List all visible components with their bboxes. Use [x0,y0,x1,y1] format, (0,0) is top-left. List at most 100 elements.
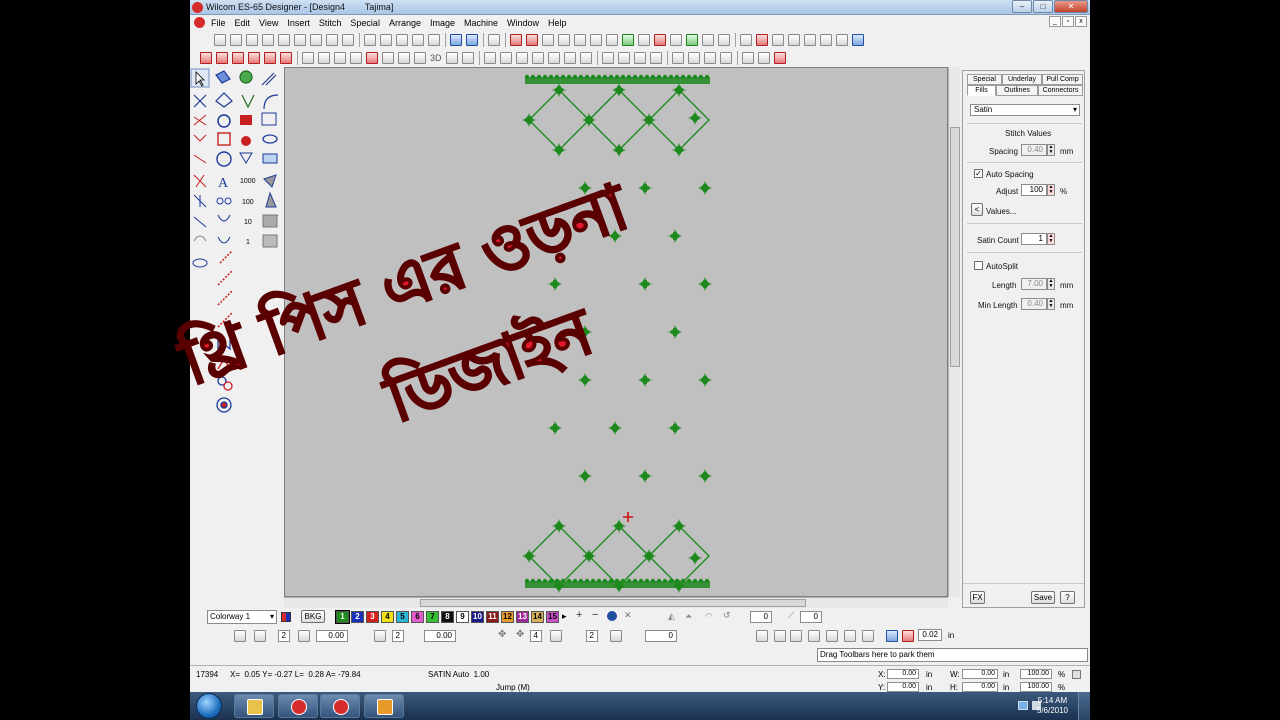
redo-icon[interactable] [466,34,478,46]
save-properties-button[interactable]: Save [1031,591,1055,604]
zoom-1to1-icon[interactable] [804,34,816,46]
y-field[interactable]: 0.00 [887,682,919,692]
show-connectors-icon[interactable] [542,34,554,46]
save-icon[interactable] [246,34,258,46]
autosplit-checkbox[interactable] [974,261,983,270]
zoom-all-icon[interactable] [740,34,752,46]
satin-stitch-icon[interactable] [200,52,212,64]
pan-icon[interactable] [772,34,784,46]
menu-stitch[interactable]: Stitch [319,18,342,28]
tab-underlay[interactable]: Underlay [1002,74,1042,85]
offset-y-field[interactable]: 0.00 [424,630,456,642]
add-color-icon[interactable]: + [576,609,582,621]
align-left-icon[interactable] [483,52,496,64]
spacing-icon[interactable] [374,630,386,642]
node-tool-3-icon[interactable] [790,630,802,642]
pick-color-icon[interactable]: ✕ [624,610,632,621]
menu-image[interactable]: Image [430,18,455,28]
delete-icon[interactable] [428,34,440,46]
group-icon[interactable] [601,52,614,64]
distribute-icon[interactable] [579,52,592,64]
slant-angle-field[interactable]: 0 [800,611,822,623]
running-stitch-icon[interactable] [232,52,244,64]
height-field[interactable]: 0.00 [962,682,998,692]
zoom-previous-icon[interactable] [820,34,832,46]
stitch-effect-6-icon[interactable] [382,52,394,64]
color-swatch-6[interactable]: 6 [411,611,424,623]
align-right-icon[interactable] [515,52,528,64]
color-swatch-3[interactable]: 3 [366,611,379,623]
monogram-icon[interactable] [757,52,770,64]
x-field[interactable]: 0.00 [887,669,919,679]
palette-icon[interactable] [281,612,291,622]
lettering-icon[interactable] [773,52,786,64]
zoom-box-icon[interactable] [788,34,800,46]
show-functions-icon[interactable] [574,34,586,46]
menu-edit[interactable]: Edit [235,18,251,28]
show-rulers-icon[interactable] [654,34,666,46]
node-tool-6-icon[interactable] [844,630,856,642]
show-overlaps-icon[interactable] [686,34,698,46]
stitch-effect-7-icon[interactable] [398,52,410,64]
wilcom-app-icon[interactable] [192,2,203,13]
print-icon[interactable] [310,34,322,46]
taskbar-wilcom-button[interactable] [278,694,318,718]
color-swatch-2[interactable]: 2 [351,611,364,623]
grid-spacing-icon[interactable] [234,630,246,642]
show-trueview-icon[interactable] [702,34,714,46]
new-icon[interactable] [214,34,226,46]
network-tray-icon[interactable] [1018,701,1028,710]
count-b-field[interactable]: 2 [392,630,404,642]
menu-help[interactable]: Help [548,18,567,28]
background-button[interactable]: BKG [301,610,325,623]
stitch-effect-8-icon[interactable] [414,52,426,64]
fill-type-select[interactable]: Satin ▾ [970,104,1080,116]
color-swatch-12[interactable]: 12 [501,611,514,623]
node-tool-4-icon[interactable] [808,630,820,642]
measure-icon[interactable] [836,34,848,46]
toolbox-icons[interactable]: A 1000 100 10 1 [190,67,283,607]
count-d-field[interactable]: 2 [586,630,598,642]
menu-file[interactable]: File [211,18,226,28]
stitch-file-icon[interactable] [278,34,290,46]
rotate-left-icon[interactable]: ◠ [705,611,713,622]
align-center-icon[interactable] [499,52,512,64]
sequence-by-color-icon[interactable] [687,52,700,64]
stitch-effect-2-icon[interactable] [318,52,330,64]
satin-count-spinner[interactable]: ▲ ▼ [1047,233,1055,245]
tab-connectors[interactable]: Connectors [1038,85,1083,96]
tool-count-1000[interactable]: 1000 [240,178,256,185]
program-split-icon[interactable] [280,52,292,64]
color-swatch-4[interactable]: 4 [381,611,394,623]
node-tool-5-icon[interactable] [826,630,838,642]
color-swatch-8[interactable]: 8 [441,611,454,623]
refresh-icon[interactable] [852,34,864,46]
3d-effect-label[interactable]: 3D [430,53,442,63]
tool-count-10[interactable]: 10 [244,219,252,226]
length-field[interactable]: 7.00 [1021,278,1047,290]
values-expand-button[interactable]: < [971,203,983,216]
node-tool-2-icon[interactable] [774,630,786,642]
palette-scroll-right-icon[interactable]: ▸ [562,611,567,622]
lock-proportions-icon[interactable] [1072,670,1081,679]
show-hoop-icon[interactable] [606,34,618,46]
show-bitmap-icon[interactable] [622,34,634,46]
wreath-icon[interactable] [550,630,562,642]
rotate-icon[interactable]: ↺ [723,610,731,621]
doc-close-button[interactable]: x [1075,16,1087,27]
color-swatch-14[interactable]: 14 [531,611,544,623]
stitch-effect-1-icon[interactable] [302,52,314,64]
show-vector-icon[interactable] [638,34,650,46]
count-a-field[interactable]: 2 [278,630,290,642]
stitch-effect-3-icon[interactable] [334,52,346,64]
stitch-effect-4-icon[interactable] [350,52,362,64]
kaleido-icon[interactable] [610,630,622,642]
min-length-field[interactable]: 0.40 [1021,298,1047,310]
backtrack-icon[interactable] [902,630,914,642]
thread-chart-icon[interactable] [607,611,617,621]
show-needle-points-icon[interactable] [558,34,570,46]
vertical-scrollbar[interactable] [948,67,960,597]
color-swatch-13[interactable]: 13 [516,611,529,623]
doc-minimize-button[interactable]: _ [1049,16,1061,27]
fancy-fill-icon[interactable] [264,52,276,64]
